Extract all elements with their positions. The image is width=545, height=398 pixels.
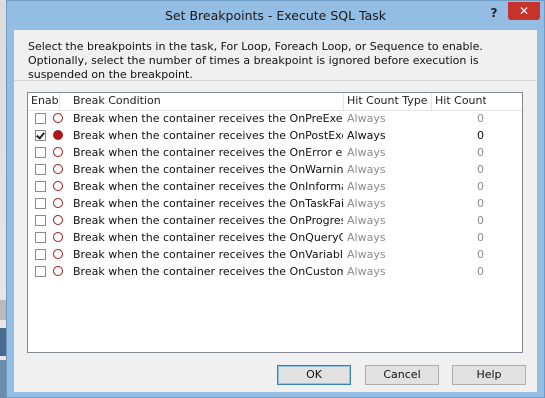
enabled-checkbox[interactable]	[35, 266, 46, 277]
breakpoint-circle-icon	[53, 215, 63, 225]
table-row[interactable]: Break when the container receives the On…	[28, 161, 522, 178]
breakpoint-circle-icon	[53, 147, 63, 157]
break-condition-cell: Break when the container receives the On…	[73, 163, 343, 176]
hit-count-type-cell[interactable]: Always	[347, 161, 386, 178]
table-row[interactable]: Break when the container receives the On…	[28, 195, 522, 212]
hit-count-cell[interactable]: 0	[448, 263, 484, 280]
break-condition-cell: Break when the container receives the On…	[73, 112, 343, 125]
break-condition-cell: Break when the container receives the On…	[73, 214, 343, 227]
break-condition-cell: Break when the container receives the On…	[73, 248, 343, 261]
enabled-checkbox[interactable]	[35, 198, 46, 209]
help-button[interactable]: Help	[452, 365, 526, 385]
breakpoint-circle-icon	[53, 164, 63, 174]
divider	[14, 80, 537, 81]
column-header-enabled[interactable]: Enab...	[28, 93, 60, 110]
column-header-break-condition[interactable]: Break Condition	[70, 93, 344, 110]
table-row[interactable]: Break when the container receives the On…	[28, 263, 522, 280]
ok-button[interactable]: OK	[277, 365, 351, 385]
hit-count-type-cell[interactable]: Always	[347, 212, 386, 229]
table-row[interactable]: Break when the container receives the On…	[28, 246, 522, 263]
enabled-checkbox[interactable]	[35, 249, 46, 260]
title-help-button[interactable]: ?	[484, 3, 504, 23]
table-row[interactable]: Break when the container receives the On…	[28, 178, 522, 195]
dialog-title: Set Breakpoints - Execute SQL Task	[164, 8, 387, 23]
enabled-checkbox[interactable]	[35, 164, 46, 175]
hit-count-cell[interactable]: 0	[448, 161, 484, 178]
instructions-text: Select the breakpoints in the task, For …	[28, 40, 483, 81]
breakpoint-circle-icon	[53, 130, 63, 140]
hit-count-type-cell[interactable]: Always	[347, 110, 386, 127]
hit-count-type-cell[interactable]: Always	[347, 144, 386, 161]
enabled-checkbox[interactable]	[35, 113, 46, 124]
dialog-body: Select the breakpoints in the task, For …	[14, 30, 537, 392]
hit-count-type-cell[interactable]: Always	[347, 246, 386, 263]
title-bar[interactable]: Set Breakpoints - Execute SQL Task ? ✕	[7, 1, 544, 30]
breakpoint-circle-icon	[53, 181, 63, 191]
enabled-checkbox[interactable]	[35, 232, 46, 243]
breakpoint-circle-icon	[53, 232, 63, 242]
hit-count-cell[interactable]: 0	[448, 246, 484, 263]
break-condition-cell: Break when the container receives the On…	[73, 197, 343, 210]
set-breakpoints-dialog: Set Breakpoints - Execute SQL Task ? ✕ S…	[6, 0, 545, 398]
hit-count-cell[interactable]: 0	[448, 110, 484, 127]
cancel-button[interactable]: Cancel	[365, 365, 439, 385]
hit-count-type-cell[interactable]: Always	[347, 263, 386, 280]
break-condition-cell: Break when the container receives the On…	[73, 146, 343, 159]
enabled-checkbox[interactable]	[35, 181, 46, 192]
column-header-hit-count[interactable]: Hit Count	[432, 93, 486, 110]
enabled-checkbox[interactable]	[35, 147, 46, 158]
table-row[interactable]: Break when the container receives the On…	[28, 229, 522, 246]
breakpoints-grid: Enab... Break Condition Hit Count Type H…	[27, 92, 523, 353]
hit-count-cell[interactable]: 0	[448, 195, 484, 212]
close-button[interactable]: ✕	[508, 2, 540, 20]
hit-count-type-cell[interactable]: Always	[347, 127, 386, 144]
table-row[interactable]: Break when the container receives the On…	[28, 127, 522, 144]
table-row[interactable]: Break when the container receives the On…	[28, 212, 522, 229]
break-condition-cell: Break when the container receives the On…	[73, 231, 343, 244]
hit-count-cell[interactable]: 0	[448, 127, 484, 144]
breakpoint-circle-icon	[53, 266, 63, 276]
grid-header: Enab... Break Condition Hit Count Type H…	[28, 93, 522, 111]
break-condition-cell: Break when the container receives the On…	[73, 129, 343, 142]
hit-count-cell[interactable]: 0	[448, 229, 484, 246]
table-row[interactable]: Break when the container receives the On…	[28, 144, 522, 161]
hit-count-type-cell[interactable]: Always	[347, 178, 386, 195]
breakpoint-circle-icon	[53, 249, 63, 259]
column-header-hit-count-type[interactable]: Hit Count Type	[344, 93, 432, 110]
break-condition-cell: Break when the container receives the On…	[73, 180, 343, 193]
enabled-checkbox[interactable]	[35, 130, 46, 141]
hit-count-cell[interactable]: 0	[448, 144, 484, 161]
table-row[interactable]: Break when the container receives the On…	[28, 110, 522, 127]
hit-count-cell[interactable]: 0	[448, 178, 484, 195]
hit-count-cell[interactable]: 0	[448, 212, 484, 229]
breakpoint-circle-icon	[53, 113, 63, 123]
hit-count-type-cell[interactable]: Always	[347, 195, 386, 212]
enabled-checkbox[interactable]	[35, 215, 46, 226]
breakpoint-circle-icon	[53, 198, 63, 208]
hit-count-type-cell[interactable]: Always	[347, 229, 386, 246]
close-icon: ✕	[518, 4, 530, 18]
break-condition-cell: Break when the container receives the On…	[73, 265, 343, 278]
